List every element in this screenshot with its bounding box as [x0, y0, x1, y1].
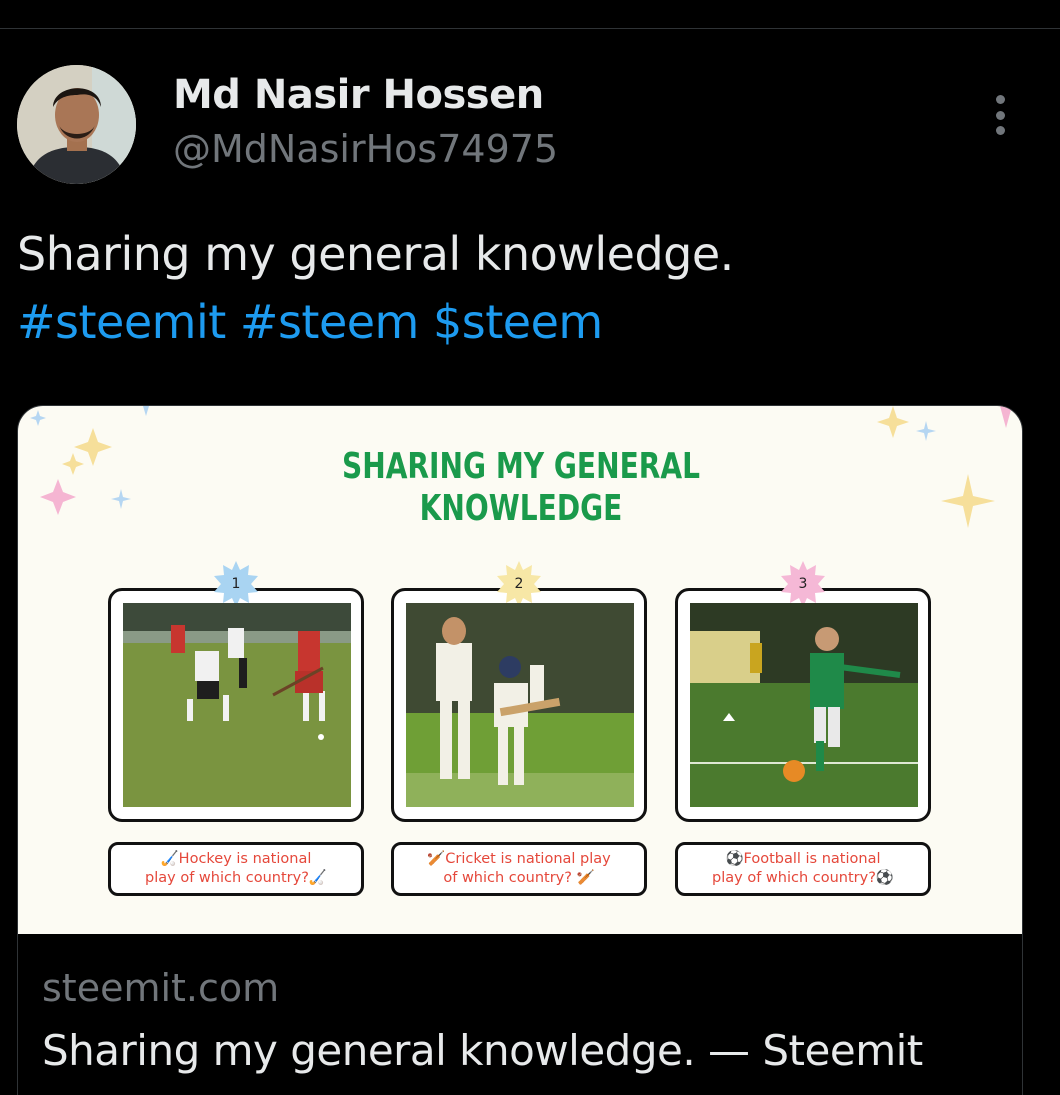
- tweet-hashtags: #steemit #steem $steem: [17, 288, 734, 356]
- caption-line: 🏏Cricket is national play: [427, 851, 611, 867]
- number-badge-2: 2: [496, 561, 542, 607]
- quiz-panel-2: 2: [391, 561, 647, 822]
- card-image[interactable]: SHARING MY GENERAL KNOWLEDGE 1 🏑Hockey i…: [18, 406, 1022, 934]
- display-name[interactable]: Md Nasir Hossen: [173, 72, 544, 118]
- caption-line: ⚽Football is national: [725, 851, 881, 867]
- card-image-title-line1: SHARING MY GENERAL: [341, 446, 701, 487]
- tweet-text: Sharing my general knowledge. #steemit #…: [17, 220, 734, 356]
- cricket-photo: [406, 603, 634, 807]
- quiz-caption-2: 🏏Cricket is national play of which countr…: [391, 842, 647, 896]
- top-divider: [0, 28, 1060, 29]
- more-dots-icon: [995, 110, 1005, 120]
- hashtag-steemit[interactable]: #steemit: [17, 295, 226, 349]
- quiz-panel-1: 1: [108, 561, 364, 822]
- badge-number: 3: [798, 576, 808, 592]
- avatar[interactable]: [17, 65, 136, 184]
- card-image-title-line2: KNOWLEDGE: [419, 488, 623, 529]
- user-handle[interactable]: @MdNasirHos74975: [173, 127, 558, 171]
- card-domain: steemit.com: [42, 966, 280, 1010]
- cashtag-steem[interactable]: $steem: [433, 295, 603, 349]
- more-options-button[interactable]: [982, 90, 1018, 140]
- link-card[interactable]: SHARING MY GENERAL KNOWLEDGE 1 🏑Hockey i…: [17, 405, 1023, 1095]
- more-dots-icon: [995, 95, 1005, 104]
- badge-number: 2: [514, 576, 524, 592]
- quiz-caption-3: ⚽Football is national play of which count…: [675, 842, 931, 896]
- number-badge-3: 3: [780, 561, 826, 607]
- quiz-panel-3: 3: [675, 561, 931, 822]
- tweet-body: Sharing my general knowledge.: [17, 227, 734, 281]
- hashtag-steem[interactable]: #steem: [240, 295, 419, 349]
- more-dots-icon: [995, 126, 1005, 135]
- number-badge-1: 1: [213, 561, 259, 607]
- avatar-photo: [17, 65, 136, 184]
- badge-number: 1: [231, 576, 241, 592]
- caption-line: play of which country?⚽: [712, 870, 894, 886]
- card-footer[interactable]: steemit.com Sharing my general knowledge…: [18, 934, 1022, 1095]
- football-photo: [690, 603, 918, 807]
- caption-line: play of which country?🏑: [145, 870, 327, 886]
- quiz-caption-1: 🏑Hockey is national play of which country…: [108, 842, 364, 896]
- caption-line: of which country? 🏏: [443, 870, 595, 886]
- hockey-photo: [123, 603, 351, 807]
- caption-line: 🏑Hockey is national: [160, 851, 312, 867]
- card-link-title[interactable]: Sharing my general knowledge. — Steemit: [42, 1026, 923, 1075]
